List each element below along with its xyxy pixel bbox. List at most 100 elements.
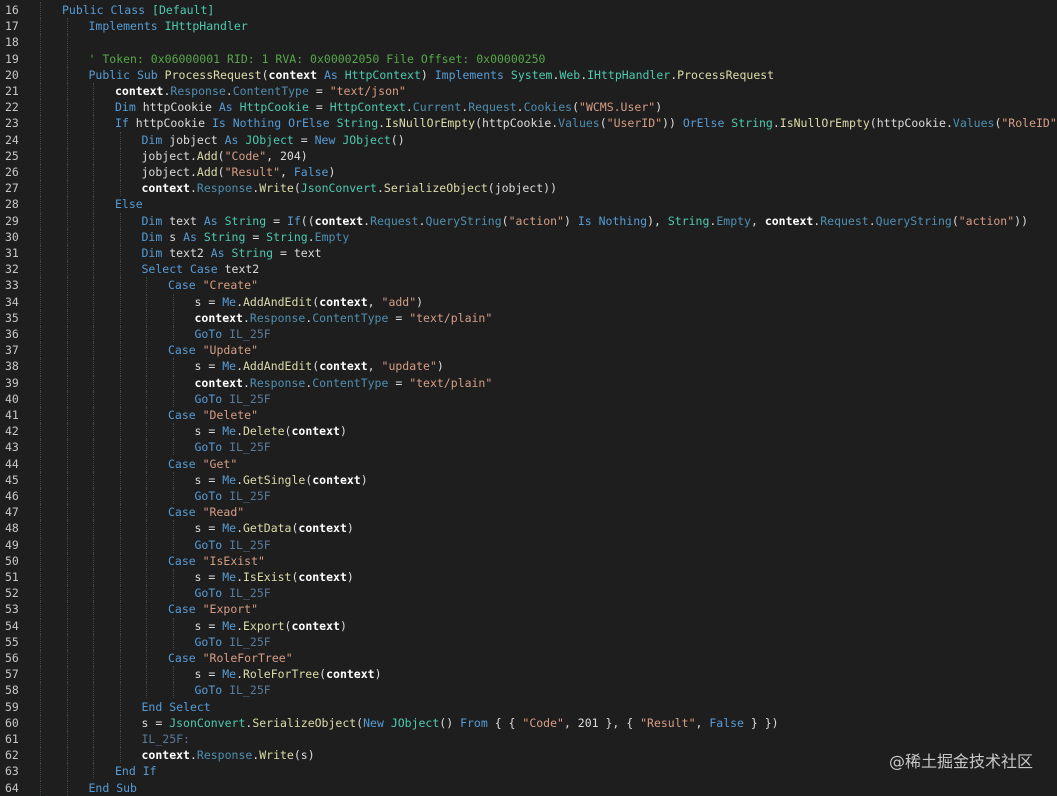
code-line[interactable]: 46GoTo IL_25F [0,488,1057,504]
code-token: Request [468,100,516,114]
code-line[interactable]: 28Else [0,196,1057,212]
indent-guide [40,537,41,553]
code-token: text2 [169,246,211,260]
indent-guide [93,326,94,342]
code-line[interactable]: 37Case "Update" [0,342,1057,358]
indent-guide [93,115,94,131]
code-token: GoTo [195,683,230,697]
code-line[interactable]: 29Dim text As String = If((context.Reque… [0,213,1057,229]
indent-guides [0,634,1057,650]
code-line[interactable]: 18 [0,34,1057,50]
code-line[interactable]: 56Case "RoleForTree" [0,650,1057,666]
code-line[interactable]: 26jobject.Add("Result", False) [0,164,1057,180]
code-text: jobject.Add("Code", 204) [142,148,308,164]
indent-guide [173,423,174,439]
indent-guide [173,391,174,407]
code-line[interactable]: 32Select Case text2 [0,261,1057,277]
code-line[interactable]: 38s = Me.AddAndEdit(context, "update") [0,358,1057,374]
code-line[interactable]: 34s = Me.AddAndEdit(context, "add") [0,294,1057,310]
code-line[interactable]: 22Dim httpCookie As HttpCookie = HttpCon… [0,99,1057,115]
indent-guide [120,456,121,472]
code-token: Case [168,343,203,357]
code-text: context.Response.Write(JsonConvert.Seria… [142,180,558,196]
code-line[interactable]: 47Case "Read" [0,504,1057,520]
code-line[interactable]: 64End Sub [0,780,1057,796]
code-token: Me [222,667,236,681]
code-line[interactable]: 36GoTo IL_25F [0,326,1057,342]
indent-guide [67,747,68,763]
code-token: context [195,311,243,325]
code-token: Web [559,68,580,82]
indent-guide [146,456,147,472]
code-line[interactable]: 54s = Me.Export(context) [0,618,1057,634]
indent-guide [93,666,94,682]
code-token: ) [416,295,423,309]
code-line[interactable]: 42s = Me.Delete(context) [0,423,1057,439]
indent-guide [40,423,41,439]
indent-guide [67,342,68,358]
code-line[interactable]: 17Implements IHttpHandler [0,18,1057,34]
code-line[interactable]: 30Dim s As String = String.Empty [0,229,1057,245]
code-token: context [115,84,163,98]
code-line[interactable]: 61IL_25F: [0,731,1057,747]
code-line[interactable]: 40GoTo IL_25F [0,391,1057,407]
indent-guide [93,715,94,731]
code-line[interactable]: 50Case "IsExist" [0,553,1057,569]
code-line[interactable]: 49GoTo IL_25F [0,537,1057,553]
code-line[interactable]: 60s = JsonConvert.SerializeObject(New JO… [0,715,1057,731]
code-line[interactable]: 16Public Class [Default] [0,2,1057,18]
code-line[interactable]: 21context.Response.ContentType = "text/j… [0,83,1057,99]
indent-guides [0,682,1057,698]
indent-guide [40,634,41,650]
code-line[interactable]: 53Case "Export" [0,601,1057,617]
code-line[interactable]: 57s = Me.RoleForTree(context) [0,666,1057,682]
code-token: ' Token: 0x06000001 RID: 1 RVA: 0x000020… [89,52,546,66]
indent-guide [93,747,94,763]
code-line[interactable]: 23If httpCookie Is Nothing OrElse String… [0,115,1057,131]
code-line[interactable]: 45s = Me.GetSingle(context) [0,472,1057,488]
code-token: s = [195,667,223,681]
code-line[interactable]: 51s = Me.IsExist(context) [0,569,1057,585]
code-line[interactable]: 58GoTo IL_25F [0,682,1057,698]
code-line[interactable]: 33Case "Create" [0,277,1057,293]
code-line[interactable]: 55GoTo IL_25F [0,634,1057,650]
indent-guide [93,585,94,601]
code-line[interactable]: 44Case "Get" [0,456,1057,472]
indent-guide [40,294,41,310]
code-token: (httpCookie. [870,116,953,130]
indent-guide [40,148,41,164]
code-line[interactable]: 27context.Response.Write(JsonConvert.Ser… [0,180,1057,196]
code-line[interactable]: 39context.Response.ContentType = "text/p… [0,375,1057,391]
code-line[interactable]: 20Public Sub ProcessRequest(context As H… [0,67,1057,83]
code-line[interactable]: 41Case "Delete" [0,407,1057,423]
indent-guides [0,780,1057,796]
code-line[interactable]: 31Dim text2 As String = text [0,245,1057,261]
indent-guides [0,520,1057,536]
code-token: IL_25F [229,683,271,697]
code-line[interactable]: 52GoTo IL_25F [0,585,1057,601]
code-token: IHttpHandler [587,68,670,82]
code-token: ( [600,116,607,130]
code-line[interactable]: 43GoTo IL_25F [0,439,1057,455]
indent-guide [40,342,41,358]
code-line[interactable]: 59End Select [0,699,1057,715]
code-token: ( [218,149,225,163]
code-line[interactable]: 48s = Me.GetData(context) [0,520,1057,536]
indent-guide [40,407,41,423]
code-token: s = [195,473,223,487]
code-line[interactable]: 19' Token: 0x06000001 RID: 1 RVA: 0x0000… [0,51,1057,67]
indent-guide [67,294,68,310]
indent-guide [67,196,68,212]
code-line[interactable]: 35context.Response.ContentType = "text/p… [0,310,1057,326]
code-token: . [236,619,243,633]
code-token: jobject. [142,165,197,179]
indent-guide [120,407,121,423]
indent-guide [120,472,121,488]
code-editor[interactable]: 16Public Class [Default]17Implements IHt… [0,0,1057,793]
code-line[interactable]: 25jobject.Add("Code", 204) [0,148,1057,164]
indent-guides [0,342,1057,358]
code-token: String [204,230,246,244]
code-token: s [169,230,183,244]
code-line[interactable]: 24Dim jobject As JObject = New JObject() [0,132,1057,148]
indent-guide [93,310,94,326]
